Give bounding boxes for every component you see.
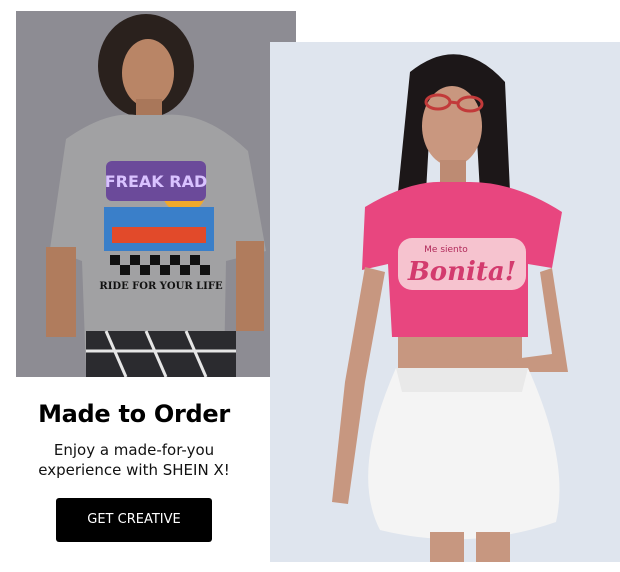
product-image-graphic-tee[interactable]: FREAK RAD RIDE FOR YOUR LIFE xyxy=(16,11,296,377)
promo-subtitle-line-2: experience with SHEIN X! xyxy=(38,461,230,479)
promo-subtitle-line-1: Enjoy a made-for-you xyxy=(53,441,215,459)
shirt-graphic-small-text: Me siento xyxy=(424,245,468,255)
get-creative-button[interactable]: GET CREATIVE xyxy=(56,498,212,542)
model-photo-right: Me siento Bonita! xyxy=(270,42,620,562)
promo-title: Made to Order xyxy=(38,400,230,428)
promo-block: Made to Order Enjoy a made-for-you exper… xyxy=(16,400,252,542)
model-photo-left: FREAK RAD RIDE FOR YOUR LIFE xyxy=(16,11,296,377)
shirt-graphic-large-text: Bonita! xyxy=(407,257,516,287)
shirt-graphic-bottom-text: RIDE FOR YOUR LIFE xyxy=(99,281,223,292)
shirt-graphic-top-text: FREAK RAD xyxy=(105,172,208,191)
promo-subtitle: Enjoy a made-for-you experience with SHE… xyxy=(16,440,252,480)
product-image-pink-crop-tee[interactable]: Me siento Bonita! xyxy=(270,42,620,562)
